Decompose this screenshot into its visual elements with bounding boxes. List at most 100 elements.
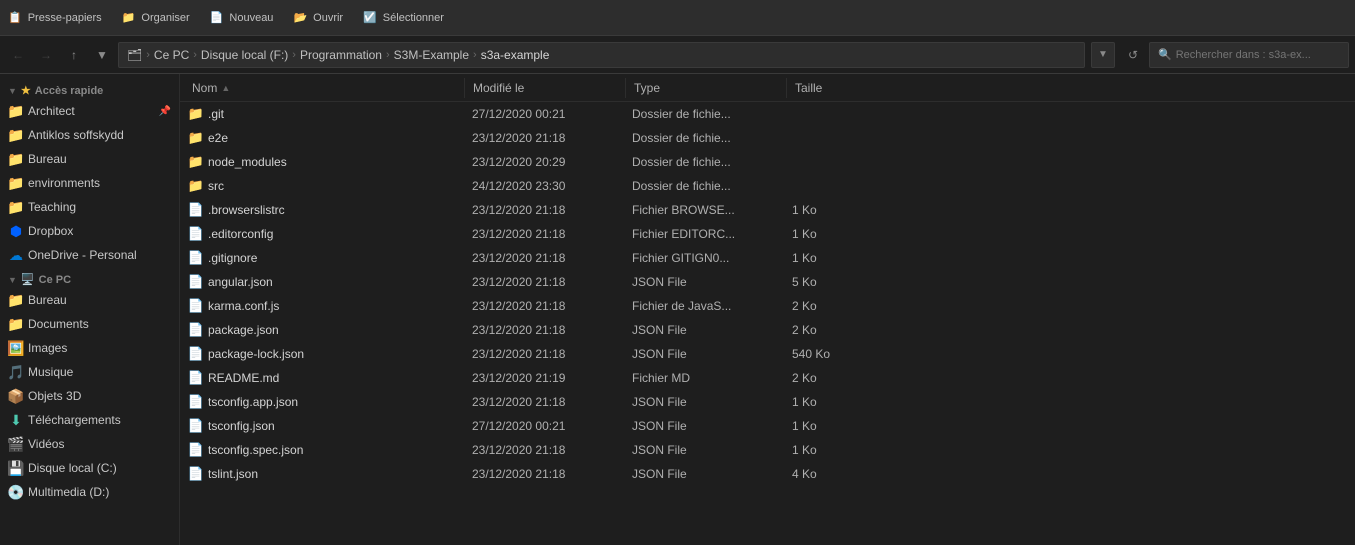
sidebar-item-documents[interactable]: 📁 Documents [0,312,179,336]
sidebar-item-bureau-pc[interactable]: 📁 Bureau [0,288,179,312]
file-type: JSON File [624,395,784,409]
file-name-cell: 📄 README.md [184,370,464,386]
ce-pc-header[interactable]: ▼ 🖥️ Ce PC [0,267,179,288]
file-type: Fichier GITIGN0... [624,251,784,265]
breadcrumb-ce-pc[interactable]: Ce PC [154,48,189,62]
file-name-cell: 📄 tsconfig.spec.json [184,442,464,458]
table-row[interactable]: 📁 node_modules 23/12/2020 20:29 Dossier … [180,150,1355,174]
nav-back-button[interactable]: ← [6,43,30,67]
sidebar-item-multimedia-d[interactable]: 💿 Multimedia (D:) [0,480,179,504]
selectionner-icon: ☑️ [363,11,377,24]
file-size: 2 Ko [784,299,864,313]
quick-access-header[interactable]: ▼ ★ Accès rapide [0,78,179,99]
toolbar-presse-papiers[interactable]: 📋 Presse-papiers [8,11,102,24]
table-row[interactable]: 📄 README.md 23/12/2020 21:19 Fichier MD … [180,366,1355,390]
sidebar-item-objets3d[interactable]: 📦 Objets 3D [0,384,179,408]
sidebar-item-label: Téléchargements [28,413,121,427]
sidebar-item-onedrive[interactable]: ☁ OneDrive - Personal [0,243,179,267]
refresh-button[interactable]: ↺ [1121,43,1145,67]
sidebar-item-environments[interactable]: 📁 environments [0,171,179,195]
col-header-modified[interactable]: Modifié le [465,74,625,102]
sidebar-item-label: Dropbox [28,224,73,238]
table-row[interactable]: 📄 tsconfig.spec.json 23/12/2020 21:18 JS… [180,438,1355,462]
toolbar: 📋 Presse-papiers 📁 Organiser 📄 Nouveau 📂… [0,0,1355,36]
toolbar-ouvrir[interactable]: 📂 Ouvrir [293,11,343,24]
nav-forward-button[interactable]: → [34,43,58,67]
sidebar-item-musique[interactable]: 🎵 Musique [0,360,179,384]
sidebar-item-dropbox[interactable]: ⬢ Dropbox [0,219,179,243]
breadcrumb-disque-local[interactable]: Disque local (F:) [201,48,288,62]
breadcrumb-s3m-example[interactable]: S3M-Example [394,48,469,62]
videos-icon: 🎬 [8,436,24,452]
breadcrumb-programmation[interactable]: Programmation [300,48,382,62]
col-header-taille[interactable]: Taille [787,74,867,102]
sidebar-item-architect[interactable]: 📁 Architect 📌 [0,99,179,123]
file-modified: 23/12/2020 21:18 [464,227,624,241]
sidebar-item-bureau[interactable]: 📁 Bureau [0,147,179,171]
table-row[interactable]: 📄 angular.json 23/12/2020 21:18 JSON Fil… [180,270,1355,294]
table-row[interactable]: 📄 tslint.json 23/12/2020 21:18 JSON File… [180,462,1355,486]
file-name: src [208,179,224,193]
file-name: angular.json [208,275,273,289]
sidebar-item-label: OneDrive - Personal [28,248,137,262]
toolbar-nouveau[interactable]: 📄 Nouveau [210,11,274,24]
sidebar-item-teaching[interactable]: 📁 Teaching [0,195,179,219]
col-header-nom[interactable]: Nom ▲ [184,74,464,102]
table-row[interactable]: 📁 .git 27/12/2020 00:21 Dossier de fichi… [180,102,1355,126]
file-modified: 23/12/2020 21:18 [464,395,624,409]
nav-up-button[interactable]: ↑ [62,43,86,67]
file-name: tsconfig.app.json [208,395,298,409]
file-modified: 23/12/2020 21:18 [464,347,624,361]
breadcrumb-dropdown-button[interactable]: ▼ [1091,42,1115,68]
file-name: tsconfig.json [208,419,275,433]
file-size: 1 Ko [784,395,864,409]
sidebar-item-antiklos[interactable]: 📁 Antiklos soffskydd [0,123,179,147]
table-row[interactable]: 📄 package-lock.json 23/12/2020 21:18 JSO… [180,342,1355,366]
table-row[interactable]: 📄 .editorconfig 23/12/2020 21:18 Fichier… [180,222,1355,246]
nav-recent-button[interactable]: ▼ [90,43,114,67]
computer-icon: 🖥️ [21,273,35,286]
table-row[interactable]: 📄 karma.conf.js 23/12/2020 21:18 Fichier… [180,294,1355,318]
table-row[interactable]: 📄 .browserslistrc 23/12/2020 21:18 Fichi… [180,198,1355,222]
file-size: 4 Ko [784,467,864,481]
file-type-icon: 📄 [188,394,204,410]
folder-icon: 📁 [8,151,24,167]
file-name: .browserslistrc [208,203,285,217]
file-modified: 23/12/2020 21:18 [464,275,624,289]
search-icon: 🔍 [1158,48,1172,61]
table-row[interactable]: 📄 .gitignore 23/12/2020 21:18 Fichier GI… [180,246,1355,270]
table-row[interactable]: 📄 tsconfig.app.json 23/12/2020 21:18 JSO… [180,390,1355,414]
table-row[interactable]: 📄 tsconfig.json 27/12/2020 00:21 JSON Fi… [180,414,1355,438]
dropbox-icon: ⬢ [8,223,24,239]
file-type: Dossier de fichie... [624,179,784,193]
file-name: karma.conf.js [208,299,279,313]
table-row[interactable]: 📁 e2e 23/12/2020 21:18 Dossier de fichie… [180,126,1355,150]
col-header-type[interactable]: Type [626,74,786,102]
sidebar-item-videos[interactable]: 🎬 Vidéos [0,432,179,456]
file-name-cell: 📄 karma.conf.js [184,298,464,314]
drive-c-icon: 💾 [8,460,24,476]
toolbar-organiser[interactable]: 📁 Organiser [122,11,190,24]
file-type: JSON File [624,275,784,289]
sidebar-item-label: Antiklos soffskydd [28,128,124,142]
sidebar-item-label: Multimedia (D:) [28,485,109,499]
table-row[interactable]: 📄 package.json 23/12/2020 21:18 JSON Fil… [180,318,1355,342]
breadcrumb[interactable]: 🗂 › Ce PC › Disque local (F:) › Programm… [118,42,1085,68]
file-type-icon: 📄 [188,298,204,314]
file-type: JSON File [624,467,784,481]
table-row[interactable]: 📁 src 24/12/2020 23:30 Dossier de fichie… [180,174,1355,198]
search-input[interactable] [1176,49,1336,61]
sidebar-item-telechargements[interactable]: ⬇ Téléchargements [0,408,179,432]
presse-papiers-icon: 📋 [8,11,22,24]
toolbar-selectionner[interactable]: ☑️ Sélectionner [363,11,444,24]
search-box[interactable]: 🔍 [1149,42,1349,68]
sidebar-item-disque-c[interactable]: 💾 Disque local (C:) [0,456,179,480]
file-modified: 23/12/2020 21:18 [464,203,624,217]
sidebar-item-images[interactable]: 🖼️ Images [0,336,179,360]
file-pane: Nom ▲ Modifié le Type Taille 📁 .git 27/1… [180,74,1355,545]
file-size: 1 Ko [784,251,864,265]
file-modified: 23/12/2020 21:18 [464,443,624,457]
file-type: JSON File [624,323,784,337]
download-icon: ⬇ [8,412,24,428]
sidebar-item-label: Teaching [28,200,76,214]
